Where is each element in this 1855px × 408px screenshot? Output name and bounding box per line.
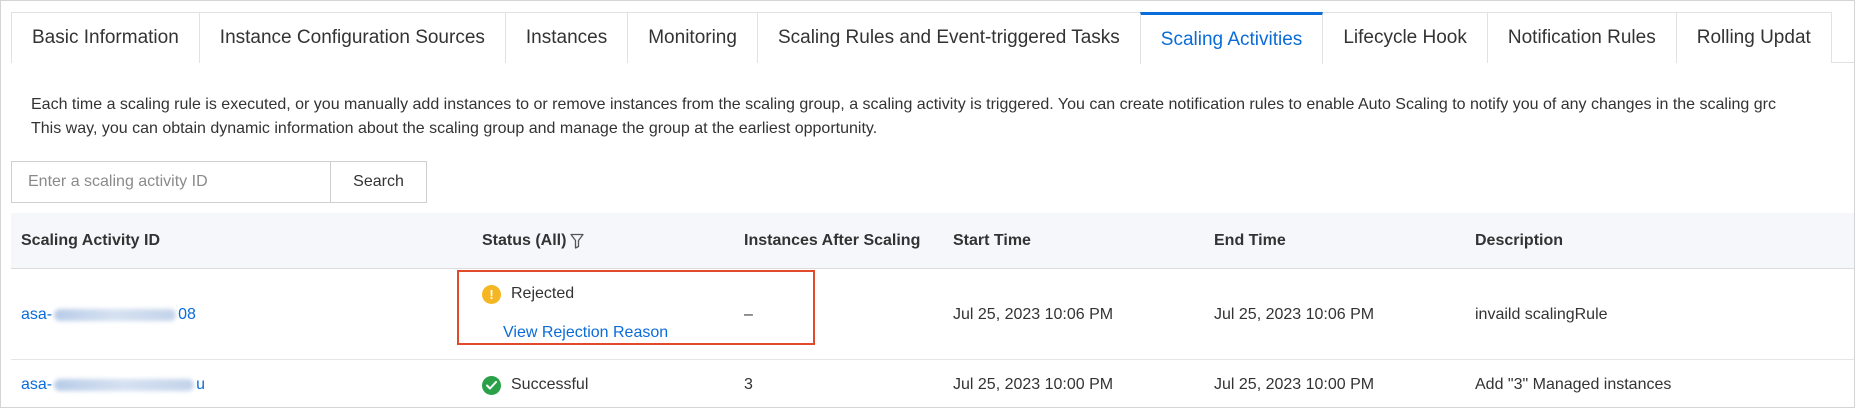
description-line-1: Each time a scaling rule is executed, or… (31, 96, 1776, 113)
table-row: asa- u Successful 3 Jul 25, 2023 10:00 P… (11, 360, 1854, 407)
search-button[interactable]: Search (331, 161, 427, 203)
scaling-activity-description: Each time a scaling rule is executed, or… (31, 93, 1854, 141)
tab-basic-information[interactable]: Basic Information (11, 12, 200, 63)
table-row: asa- 08 ! Rejected View Rejection Reason… (11, 269, 1854, 360)
description-line-2: This way, you can obtain dynamic informa… (31, 120, 878, 137)
header-description: Description (1475, 232, 1564, 249)
tab-monitoring[interactable]: Monitoring (627, 12, 758, 63)
header-status-label: Status (All) (482, 232, 567, 249)
scaling-activities-table: Scaling Activity ID Status (All) Instanc… (11, 213, 1854, 407)
tab-notification-rules[interactable]: Notification Rules (1486, 12, 1677, 63)
status-cell: ! Rejected (482, 281, 574, 307)
activity-id-prefix[interactable]: asa- (21, 376, 52, 394)
scaling-group-panel: Basic Information Instance Configuration… (0, 0, 1855, 408)
tab-scaling-rules[interactable]: Scaling Rules and Event-triggered Tasks (756, 12, 1141, 63)
exclamation-circle-icon: ! (482, 284, 501, 304)
status-cell: Successful (482, 360, 589, 407)
start-time: Jul 25, 2023 10:00 PM (953, 376, 1114, 393)
activity-description: invaild scalingRule (1475, 305, 1608, 323)
redacted-id (54, 379, 195, 391)
end-time: Jul 25, 2023 10:00 PM (1214, 376, 1375, 393)
tab-lifecycle-hook[interactable]: Lifecycle Hook (1322, 12, 1488, 63)
instances-after-scaling: 3 (744, 376, 753, 393)
activity-id-suffix[interactable]: 08 (178, 306, 196, 324)
table-header: Scaling Activity ID Status (All) Instanc… (11, 213, 1854, 269)
activity-id-suffix[interactable]: u (196, 376, 205, 394)
filter-icon[interactable] (570, 233, 585, 249)
header-scaling-activity-id: Scaling Activity ID (21, 232, 160, 249)
header-end-time: End Time (1214, 232, 1286, 249)
header-status[interactable]: Status (All) (482, 213, 585, 269)
tab-scaling-activities[interactable]: Scaling Activities (1139, 12, 1324, 64)
tab-instances[interactable]: Instances (504, 12, 629, 63)
header-instances-after-scaling: Instances After Scaling (744, 232, 921, 249)
redacted-id (54, 308, 177, 321)
search-input[interactable] (11, 161, 331, 203)
start-time: Jul 25, 2023 10:06 PM (953, 305, 1114, 323)
check-circle-icon (482, 375, 501, 395)
tab-rolling-update[interactable]: Rolling Updat (1675, 12, 1832, 63)
scaling-activity-id-link[interactable]: asa- 08 (21, 269, 196, 360)
scaling-activity-id-link[interactable]: asa- u (21, 360, 205, 407)
activity-description: Add "3" Managed instances (1475, 376, 1672, 393)
view-rejection-reason-link[interactable]: View Rejection Reason (503, 321, 668, 345)
activity-id-prefix[interactable]: asa- (21, 306, 52, 324)
status-text: Successful (511, 376, 589, 393)
end-time: Jul 25, 2023 10:06 PM (1214, 305, 1375, 323)
tab-instance-configuration-sources[interactable]: Instance Configuration Sources (198, 12, 506, 63)
header-start-time: Start Time (953, 232, 1031, 249)
instances-after-scaling: – (744, 305, 753, 323)
search-bar: Search (11, 161, 427, 203)
tab-bar: Basic Information Instance Configuration… (11, 12, 1854, 64)
status-text: Rejected (511, 285, 575, 302)
